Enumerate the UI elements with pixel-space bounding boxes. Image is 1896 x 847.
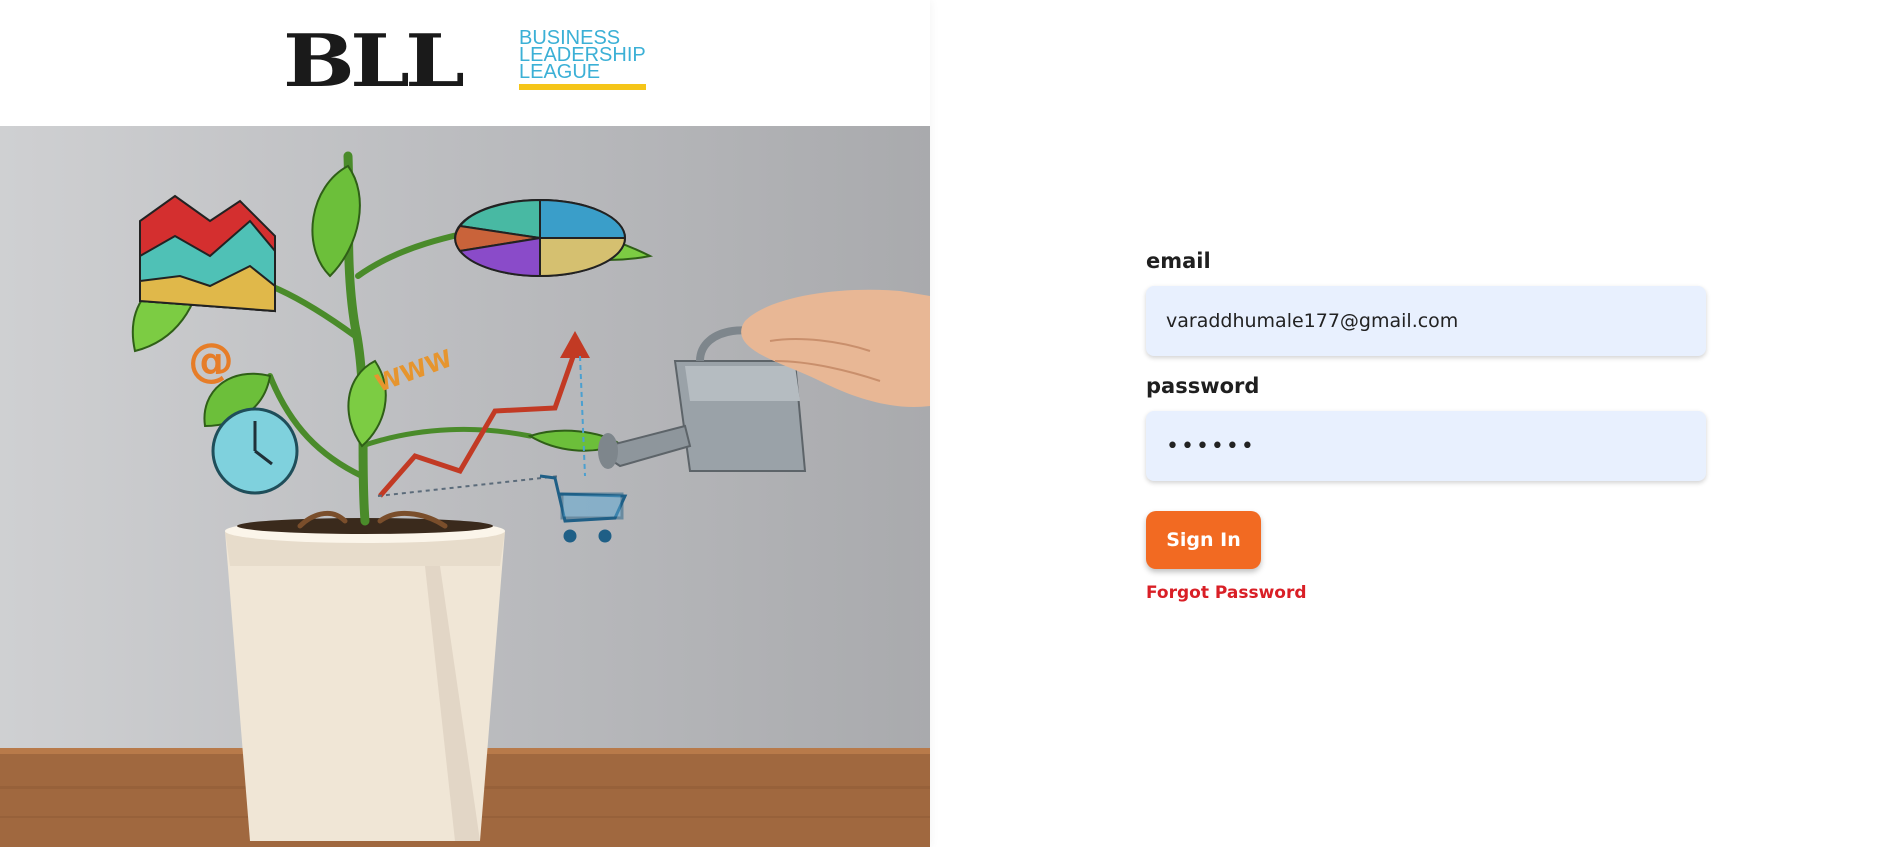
left-panel: BLL BUSINESS LEADERSHIP LEAGUE @ WWW (0, 0, 930, 847)
clock-icon (211, 407, 299, 495)
password-field[interactable]: •••••• (1146, 411, 1706, 481)
plant-pot-icon (225, 518, 505, 841)
trend-arrow-icon (377, 331, 590, 498)
email-group: email varaddhumale177@gmail.com (1146, 248, 1706, 356)
password-group: password •••••• (1146, 373, 1706, 481)
forgot-password-link[interactable]: Forgot Password (1146, 583, 1706, 603)
login-page: BLL BUSINESS LEADERSHIP LEAGUE @ WWW ema… (0, 0, 1896, 847)
area-chart-icon (139, 194, 276, 313)
logo-wordmark: BUSINESS LEADERSHIP LEAGUE (519, 28, 646, 83)
shopping-cart-icon (539, 474, 628, 543)
email-label: email (1146, 249, 1211, 273)
password-label: password (1146, 374, 1260, 398)
www-icon: WWW (372, 344, 456, 397)
at-sign-icon: @ (188, 333, 234, 387)
pie-chart-icon (454, 198, 627, 278)
email-field[interactable]: varaddhumale177@gmail.com (1146, 286, 1706, 356)
hero-illustration: @ WWW (0, 126, 930, 847)
logo-line-league: LEAGUE (519, 61, 601, 83)
bll-logo: BLL BUSINESS LEADERSHIP LEAGUE (283, 25, 653, 97)
logo-underline (519, 84, 646, 90)
hero-svg: @ WWW (0, 151, 930, 847)
login-form: email varaddhumale177@gmail.com password… (1146, 248, 1706, 603)
logo-bar: BLL BUSINESS LEADERSHIP LEAGUE (0, 0, 930, 126)
sign-in-button[interactable]: Sign In (1146, 511, 1261, 569)
logo-mark: BLL (283, 18, 465, 103)
